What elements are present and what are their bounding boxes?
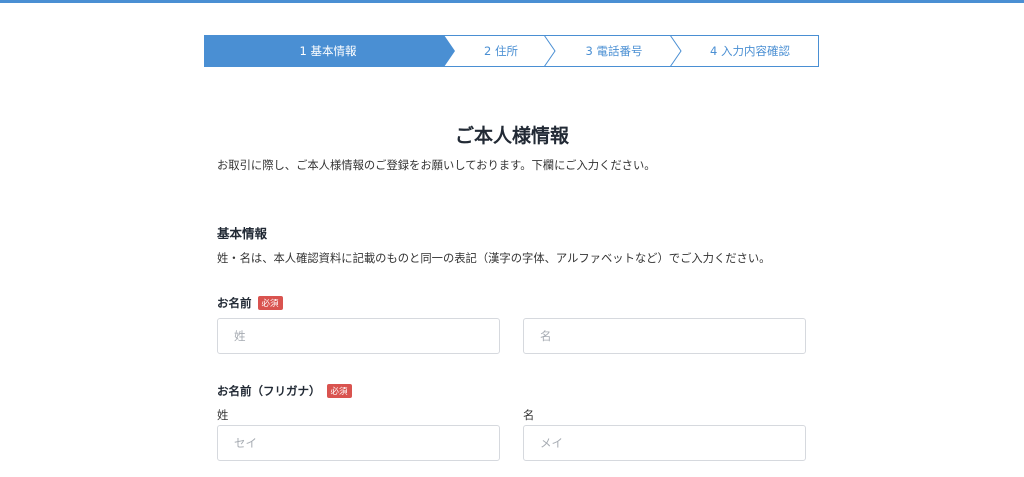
kana-first-name-label: 名 — [523, 409, 535, 422]
name-field-label: お名前 必須 — [217, 295, 283, 311]
step-3-phone: 3 電話番号 — [585, 44, 643, 58]
name-label-text: お名前 — [217, 296, 252, 310]
kana-last-name-label: 姓 — [217, 409, 229, 422]
page-title: ご本人様情報 — [454, 125, 569, 147]
required-badge: 必須 — [257, 296, 283, 310]
last-name-kana-input[interactable] — [217, 425, 500, 461]
section-note: 姓・名は、本人確認資料に記載のものと同一の表記（漢字の字体、アルファベットなど）… — [217, 252, 771, 265]
first-name-input[interactable] — [523, 318, 806, 354]
intro-text: お取引に際し、ご本人様情報のご登録をお願いしております。下欄にご入力ください。 — [217, 159, 656, 172]
step-4-confirm: 4 入力内容確認 — [710, 44, 790, 58]
step-2-address: 2 住所 — [484, 44, 518, 58]
kana-label-text: お名前（フリガナ） — [217, 384, 321, 398]
kana-field-label: お名前（フリガナ） 必須 — [217, 383, 352, 399]
first-name-kana-input[interactable] — [523, 425, 806, 461]
required-badge: 必須 — [326, 384, 352, 398]
step-1-basic-info: 1 基本情報 — [299, 44, 357, 58]
progress-stepper: 1 基本情報 2 住所 3 電話番号 4 入力内容確認 — [204, 35, 819, 67]
section-title-basic-info: 基本情報 — [217, 226, 268, 241]
last-name-input[interactable] — [217, 318, 500, 354]
top-accent-bar — [0, 0, 1024, 3]
